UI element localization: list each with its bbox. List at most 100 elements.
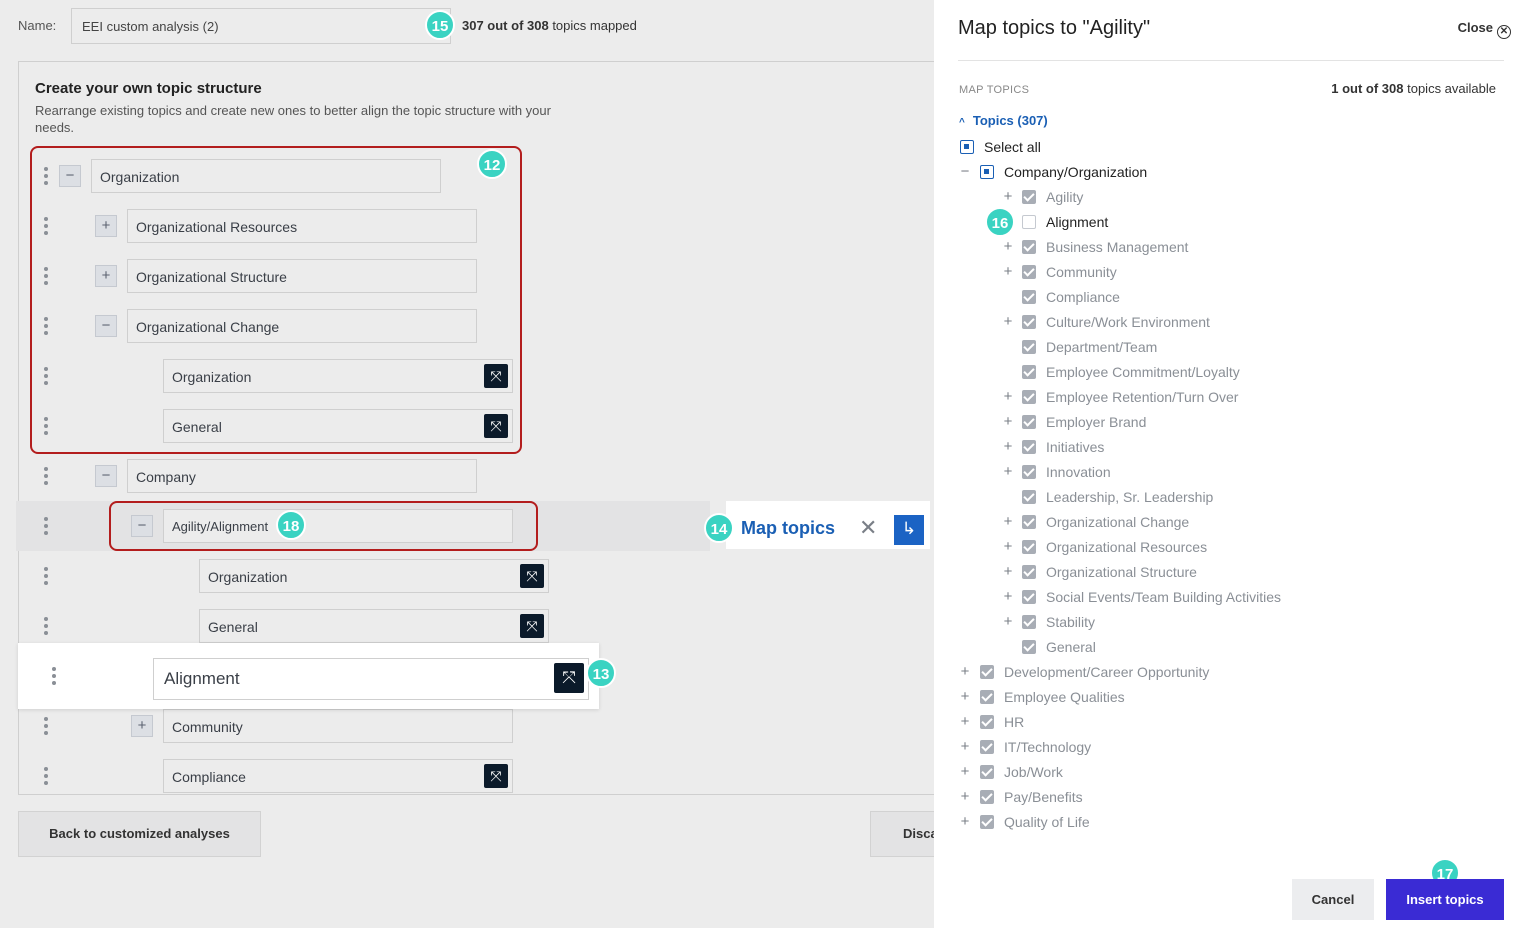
topic-name-field[interactable]: Organizational Change xyxy=(127,309,477,343)
expand-button[interactable]: + xyxy=(131,715,153,737)
map-topics-icon[interactable]: ⤧ xyxy=(484,764,508,788)
insert-topics-button[interactable]: Insert topics xyxy=(1386,879,1504,920)
drag-handle-icon[interactable] xyxy=(41,417,51,437)
checkbox[interactable] xyxy=(980,740,994,754)
expand-icon[interactable]: + xyxy=(959,762,971,782)
drag-handle-icon[interactable] xyxy=(41,467,51,487)
map-topics-label[interactable]: Map topics xyxy=(741,518,835,539)
expand-icon[interactable]: + xyxy=(959,712,971,732)
checkbox[interactable] xyxy=(980,690,994,704)
checkbox[interactable] xyxy=(1022,365,1036,379)
expand-icon[interactable]: + xyxy=(959,737,971,757)
dragged-topic-row[interactable]: Alignment ⤧ xyxy=(18,643,599,709)
checkbox[interactable] xyxy=(1022,190,1036,204)
drag-handle-icon[interactable] xyxy=(41,267,51,287)
topic-name-field[interactable]: Organization xyxy=(163,359,513,393)
checkbox[interactable] xyxy=(1022,290,1036,304)
back-button[interactable]: Back to customized analyses xyxy=(18,811,261,857)
drag-handle-icon[interactable] xyxy=(49,667,59,687)
map-topics-icon[interactable]: ⤧ xyxy=(554,663,584,693)
checkbox[interactable] xyxy=(1022,640,1036,654)
checkbox[interactable] xyxy=(980,715,994,729)
expand-icon[interactable]: + xyxy=(1002,437,1014,457)
close-icon[interactable]: ✕ xyxy=(859,515,877,541)
divider xyxy=(958,60,1504,61)
checkbox[interactable] xyxy=(1022,215,1036,229)
expand-icon[interactable]: + xyxy=(1002,512,1014,532)
expand-icon[interactable]: + xyxy=(959,687,971,707)
expand-icon[interactable]: + xyxy=(1002,237,1014,257)
cancel-button[interactable]: Cancel xyxy=(1292,879,1374,920)
checkbox[interactable] xyxy=(960,140,974,154)
expand-icon[interactable]: + xyxy=(959,662,971,682)
collapse-button[interactable]: − xyxy=(59,165,81,187)
expand-icon[interactable]: + xyxy=(1002,387,1014,407)
collapse-button[interactable]: − xyxy=(95,315,117,337)
checkbox[interactable] xyxy=(1022,615,1036,629)
checkbox[interactable] xyxy=(1022,540,1036,554)
expand-icon[interactable]: + xyxy=(1002,612,1014,632)
checkbox[interactable] xyxy=(1022,240,1036,254)
expand-button[interactable]: + xyxy=(95,265,117,287)
topic-name-field[interactable]: Community xyxy=(163,709,513,743)
checkbox[interactable] xyxy=(980,165,994,179)
expand-icon[interactable]: + xyxy=(1002,537,1014,557)
checkbox[interactable] xyxy=(980,665,994,679)
topic-name-field[interactable]: Compliance xyxy=(163,759,513,793)
topic-name-field[interactable]: Agility/Alignment xyxy=(163,509,513,543)
drag-handle-icon[interactable] xyxy=(41,517,51,537)
collapse-button[interactable]: − xyxy=(95,465,117,487)
drag-handle-icon[interactable] xyxy=(41,167,51,187)
expand-icon[interactable]: + xyxy=(1002,412,1014,432)
drag-handle-icon[interactable] xyxy=(41,217,51,237)
drag-handle-icon[interactable] xyxy=(41,367,51,387)
map-topics-icon[interactable]: ⤧ xyxy=(484,364,508,388)
drag-handle-icon[interactable] xyxy=(41,717,51,737)
expand-icon[interactable]: + xyxy=(1002,187,1014,207)
topic-name-field[interactable]: Organization xyxy=(91,159,441,193)
insert-arrow-icon[interactable]: ↳ xyxy=(894,515,924,545)
checkbox[interactable] xyxy=(1022,340,1036,354)
drag-handle-icon[interactable] xyxy=(41,317,51,337)
drag-handle-icon[interactable] xyxy=(41,617,51,637)
map-topics-icon[interactable]: ⤧ xyxy=(520,564,544,588)
checkbox[interactable] xyxy=(1022,465,1036,479)
topic-name-field[interactable]: Organization xyxy=(199,559,549,593)
checkbox[interactable] xyxy=(1022,415,1036,429)
expand-icon[interactable]: + xyxy=(959,787,971,807)
drag-handle-icon[interactable] xyxy=(41,567,51,587)
expand-icon[interactable]: + xyxy=(1002,587,1014,607)
checkbox[interactable] xyxy=(1022,515,1036,529)
topic-name-field[interactable]: General xyxy=(199,609,549,643)
topic-name-field[interactable]: Alignment xyxy=(153,658,589,700)
collapse-button[interactable]: − xyxy=(131,515,153,537)
collapse-icon[interactable]: − xyxy=(959,162,971,182)
checkbox[interactable] xyxy=(980,790,994,804)
topic-name-field[interactable]: General xyxy=(163,409,513,443)
topics-toggle[interactable]: ^ Topics (307) xyxy=(959,113,1048,128)
checkbox[interactable] xyxy=(1022,440,1036,454)
topic-name-field[interactable]: Organizational Structure xyxy=(127,259,477,293)
checkbox[interactable] xyxy=(1022,315,1036,329)
expand-button[interactable]: + xyxy=(95,215,117,237)
discard-button[interactable]: Disca xyxy=(870,811,940,857)
checkbox[interactable] xyxy=(1022,565,1036,579)
checkbox[interactable] xyxy=(1022,490,1036,504)
topic-name-field[interactable]: Company xyxy=(127,459,477,493)
topic-name-field[interactable]: Organizational Resources xyxy=(127,209,477,243)
close-button[interactable]: Close ✕ xyxy=(1458,20,1511,39)
checkbox[interactable] xyxy=(1022,590,1036,604)
map-topics-icon[interactable]: ⤧ xyxy=(520,614,544,638)
expand-icon[interactable]: + xyxy=(1002,312,1014,332)
expand-icon[interactable]: + xyxy=(1002,462,1014,482)
expand-icon[interactable]: + xyxy=(1002,562,1014,582)
map-topics-icon[interactable]: ⤧ xyxy=(484,414,508,438)
checkbox[interactable] xyxy=(980,765,994,779)
expand-icon[interactable]: + xyxy=(959,812,971,832)
checkbox[interactable] xyxy=(980,815,994,829)
checkbox[interactable] xyxy=(1022,390,1036,404)
expand-icon[interactable]: + xyxy=(1002,262,1014,282)
drag-handle-icon[interactable] xyxy=(41,767,51,787)
analysis-name-input[interactable]: EEI custom analysis (2) xyxy=(71,8,451,44)
checkbox[interactable] xyxy=(1022,265,1036,279)
